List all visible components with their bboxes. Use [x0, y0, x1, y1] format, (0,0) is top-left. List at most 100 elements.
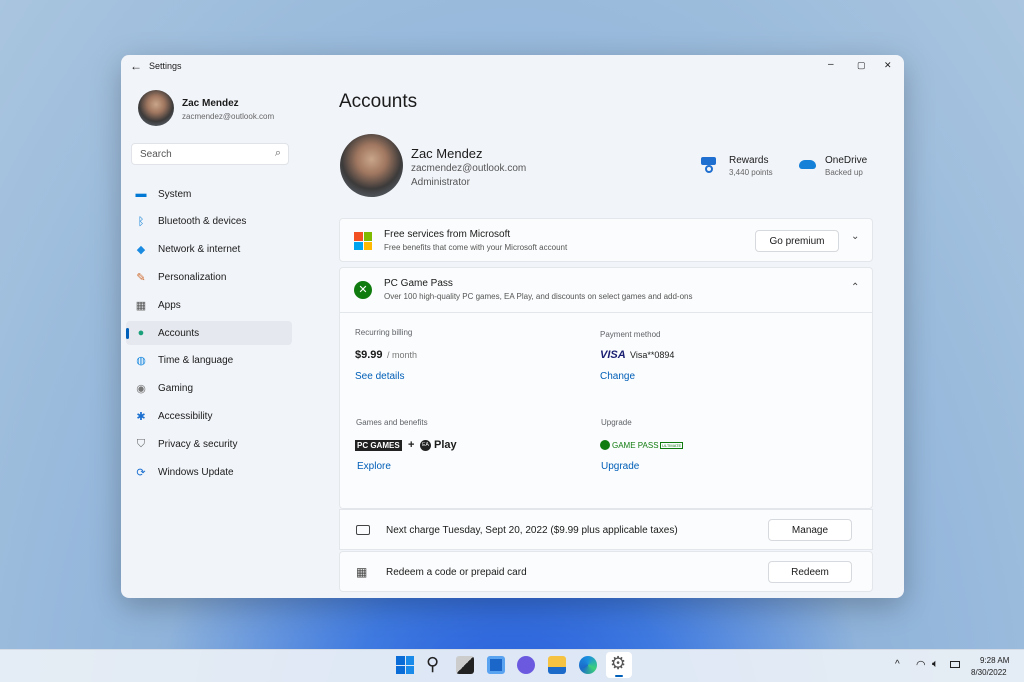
bluetooth-icon: ᛒ — [137, 215, 145, 228]
profile-avatar — [340, 134, 403, 197]
edge-icon[interactable] — [579, 656, 597, 674]
visa-logo: VISA — [600, 349, 626, 361]
clock-time[interactable]: 9:28 AM — [980, 656, 1009, 665]
manage-button[interactable]: Manage — [768, 519, 852, 541]
active-indicator — [615, 675, 623, 677]
file-explorer-icon[interactable] — [548, 656, 566, 674]
wifi-icon[interactable]: ◠ — [916, 658, 926, 671]
game-pass-subtitle: Over 100 high-quality PC games, EA Play,… — [384, 292, 693, 301]
next-charge-text: Next charge Tuesday, Sept 20, 2022 ($9.9… — [386, 525, 678, 536]
sidebar-item-accessibility[interactable]: ✱ Accessibility — [126, 404, 292, 428]
redeem-row: ▦ Redeem a code or prepaid card Redeem — [339, 551, 873, 592]
sidebar-user-name: Zac Mendez — [182, 98, 239, 109]
rewards-label: Rewards — [729, 155, 769, 166]
card-number: Visa**0894 — [630, 350, 675, 360]
battery-icon[interactable] — [950, 661, 960, 668]
chevron-up-icon[interactable]: ⌃ — [851, 282, 859, 293]
game-pass-card: ✕ PC Game Pass Over 100 high-quality PC … — [339, 267, 873, 509]
show-hidden-icons-button[interactable]: ^ — [895, 659, 900, 670]
wifi-icon: ◆ — [136, 244, 146, 257]
sidebar-item-gaming[interactable]: ◉ Gaming — [126, 377, 292, 401]
ea-play-logo: Play — [434, 439, 457, 451]
avatar — [138, 90, 174, 126]
update-icon: ⟳ — [136, 466, 146, 479]
search-input[interactable]: Search ⌕ — [131, 143, 289, 165]
close-button[interactable]: ✕ — [884, 60, 892, 71]
sidebar-item-label: Accounts — [158, 327, 200, 339]
widgets-icon[interactable] — [487, 656, 505, 674]
start-icon[interactable] — [396, 656, 414, 674]
chevron-down-icon[interactable]: ⌄ — [851, 231, 859, 242]
brush-icon: ✎ — [136, 271, 146, 284]
free-services-card[interactable]: Free services from Microsoft Free benefi… — [339, 218, 873, 262]
microsoft-logo-icon — [354, 232, 372, 250]
sidebar-item-label: Personalization — [158, 271, 227, 283]
rewards-medal-ring — [705, 165, 713, 173]
person-icon: ● — [137, 327, 145, 339]
settings-window: ← Settings – ▢ ✕ Zac Mendez zacmendez@ou… — [121, 55, 904, 598]
sidebar-item-time-language[interactable]: ◍ Time & language — [126, 349, 292, 373]
redeem-text: Redeem a code or prepaid card — [386, 567, 527, 578]
profile-name: Zac Mendez — [411, 146, 483, 161]
maximize-button[interactable]: ▢ — [857, 60, 866, 71]
qr-code-icon: ▦ — [356, 565, 368, 579]
sidebar-item-windows-update[interactable]: ⟳ Windows Update — [126, 460, 292, 484]
upgrade-label: Upgrade — [601, 418, 632, 427]
ultimate-badge: ULTIMATE — [660, 442, 684, 449]
sidebar-item-privacy-security[interactable]: ⛉ Privacy & security — [126, 432, 292, 456]
gamepad-icon: ◉ — [136, 383, 146, 396]
see-details-link[interactable]: See details — [355, 371, 404, 382]
clock-date[interactable]: 8/30/2022 — [971, 668, 1007, 677]
globe-clock-icon: ◍ — [136, 355, 146, 368]
sidebar-item-system[interactable]: ▬ System — [126, 182, 292, 206]
change-payment-link[interactable]: Change — [600, 371, 635, 382]
sidebar-item-label: Gaming — [158, 383, 194, 395]
apps-icon: ▦ — [135, 299, 147, 312]
onedrive-status: Backed up — [825, 168, 863, 177]
plus-sign: + — [408, 439, 415, 451]
sidebar-item-label: Time & language — [158, 355, 234, 367]
minimize-button[interactable]: – — [828, 59, 834, 70]
next-charge-row: Next charge Tuesday, Sept 20, 2022 ($9.9… — [339, 509, 873, 550]
game-pass-header[interactable]: ✕ PC Game Pass Over 100 high-quality PC … — [340, 268, 872, 313]
shield-icon: ⛉ — [136, 437, 146, 450]
sidebar-item-label: Apps — [158, 299, 181, 311]
onedrive-cloud-icon — [799, 160, 816, 169]
upgrade-link[interactable]: Upgrade — [601, 461, 639, 472]
sidebar-item-label: Network & internet — [158, 244, 241, 256]
sidebar-item-label: Windows Update — [158, 466, 234, 478]
sidebar-item-label: Accessibility — [158, 410, 213, 422]
xbox-small-icon — [600, 440, 610, 450]
free-services-subtitle: Free benefits that come with your Micros… — [384, 243, 568, 252]
task-view-icon[interactable] — [456, 656, 474, 674]
go-premium-button[interactable]: Go premium — [755, 230, 839, 252]
credit-card-icon — [356, 525, 370, 535]
page-title: Accounts — [339, 91, 418, 112]
window-title: Settings — [149, 61, 182, 71]
explore-link[interactable]: Explore — [357, 461, 391, 472]
search-taskbar-icon[interactable]: ⚲ — [426, 655, 444, 674]
free-services-title: Free services from Microsoft — [384, 229, 511, 240]
settings-taskbar-button[interactable]: ⚙ — [606, 652, 632, 678]
volume-icon[interactable]: 🔈︎ — [932, 658, 939, 671]
sidebar-item-label: Bluetooth & devices — [158, 216, 247, 228]
sidebar-item-network-internet[interactable]: ◆ Network & internet — [126, 238, 292, 262]
teams-chat-icon[interactable] — [517, 656, 535, 674]
taskbar — [0, 649, 1024, 682]
accessibility-icon: ✱ — [136, 410, 146, 423]
rewards-medal-icon — [701, 157, 716, 165]
sidebar-item-personalization[interactable]: ✎ Personalization — [126, 265, 292, 289]
ea-logo-icon: EA — [420, 440, 431, 451]
sidebar-item-accounts[interactable]: ● Accounts — [126, 321, 292, 345]
sidebar-item-label: System — [158, 188, 192, 200]
search-icon: ⌕ — [274, 147, 281, 159]
redeem-button[interactable]: Redeem — [768, 561, 852, 583]
back-button[interactable]: ← — [130, 59, 142, 73]
sidebar-item-bluetooth-devices[interactable]: ᛒ Bluetooth & devices — [126, 210, 292, 234]
monitor-icon: ▬ — [135, 188, 147, 200]
sidebar-item-label: Privacy & security — [158, 438, 238, 450]
profile-email: zacmendez@outlook.com — [411, 163, 527, 174]
sidebar-item-apps[interactable]: ▦ Apps — [126, 293, 292, 317]
rewards-points: 3,440 points — [729, 168, 773, 177]
games-label: Games and benefits — [356, 418, 428, 427]
